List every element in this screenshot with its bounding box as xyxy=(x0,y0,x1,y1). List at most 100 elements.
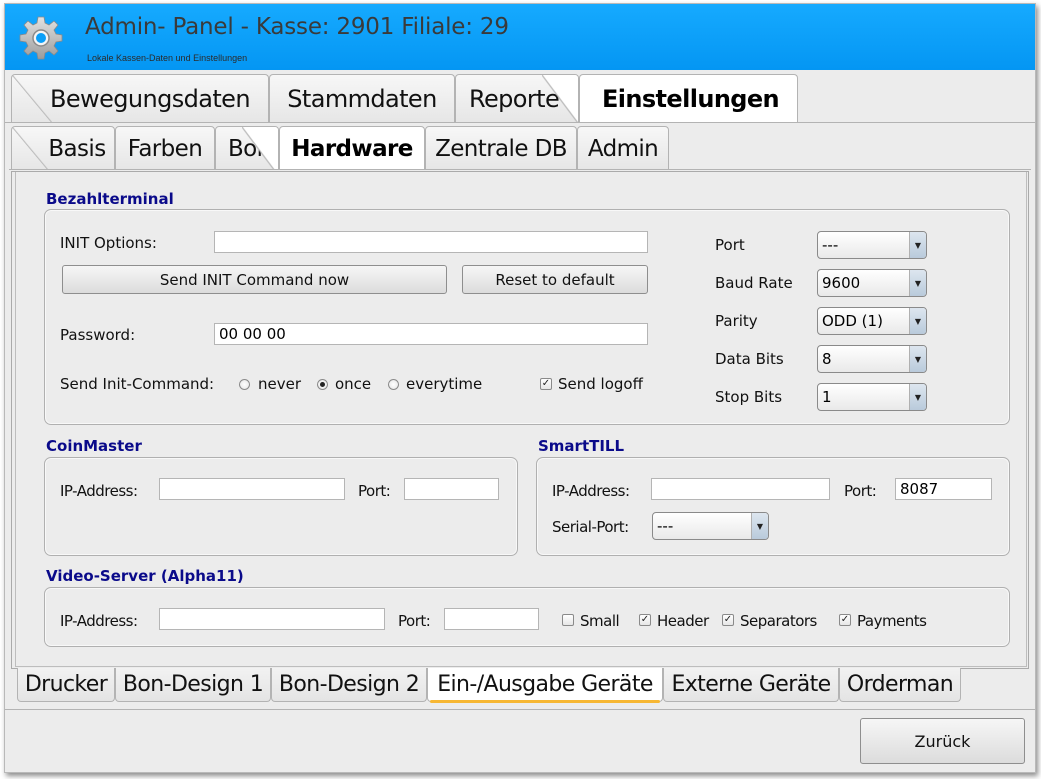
smarttill-serial-select[interactable]: --- ▼ xyxy=(652,512,769,540)
videoserver-ip-label: IP-Address: xyxy=(60,612,138,630)
port-label: Port xyxy=(715,236,745,254)
tab-label: Zentrale DB xyxy=(435,135,567,162)
tab-label: Ein-/Ausgabe Geräte xyxy=(437,672,653,697)
separators-label: Separators xyxy=(740,612,817,630)
radio-everytime-label: everytime xyxy=(406,375,483,393)
stop-bits-select[interactable]: 1 ▼ xyxy=(817,383,927,411)
stop-bits-value: 1 xyxy=(822,388,832,406)
tab-divider xyxy=(5,122,1035,123)
tab-hardware[interactable]: Hardware xyxy=(279,126,425,170)
videoserver-port-label: Port: xyxy=(398,612,431,630)
radio-everytime[interactable] xyxy=(388,379,399,390)
smarttill-ip-input[interactable] xyxy=(651,478,830,500)
baud-rate-select[interactable]: 9600 ▼ xyxy=(817,269,927,297)
data-bits-select[interactable]: 8 ▼ xyxy=(817,345,927,373)
smarttill-serial-value: --- xyxy=(657,517,674,535)
sub-tab-divider xyxy=(9,169,1031,170)
coinmaster-ip-input[interactable] xyxy=(159,478,345,500)
stop-bits-label: Stop Bits xyxy=(715,388,783,406)
data-bits-label: Data Bits xyxy=(715,350,784,368)
tab-label: Basis xyxy=(48,135,106,162)
tab-label: Externe Geräte xyxy=(671,672,831,697)
smarttill-port-label: Port: xyxy=(844,482,877,500)
payments-label: Payments xyxy=(857,612,927,630)
gear-icon xyxy=(19,16,63,60)
smarttill-group xyxy=(536,457,1010,556)
tab-bon[interactable]: Bon xyxy=(215,126,279,170)
radio-once[interactable] xyxy=(317,379,328,390)
port-value: --- xyxy=(822,236,839,254)
chevron-down-icon: ▼ xyxy=(909,308,926,334)
coinmaster-port-input[interactable] xyxy=(404,478,499,500)
tab-label: Bewegungsdaten xyxy=(50,84,251,113)
tab-label: Hardware xyxy=(291,135,413,162)
header-bar: Admin- Panel - Kasse: 2901 Filiale: 29 L… xyxy=(5,4,1035,70)
baud-rate-label: Baud Rate xyxy=(715,274,793,292)
small-checkbox[interactable] xyxy=(562,614,574,626)
smarttill-serial-label: Serial-Port: xyxy=(552,518,629,536)
tab-label: Bon-Design 1 xyxy=(122,672,264,697)
window-title: Admin- Panel - Kasse: 2901 Filiale: 29 xyxy=(85,14,509,40)
chevron-down-icon: ▼ xyxy=(909,232,926,258)
tab-label: Bon xyxy=(228,135,271,162)
tab-bon-design-2[interactable]: Bon-Design 2 xyxy=(271,668,427,702)
reset-to-default-button[interactable]: Reset to default xyxy=(462,265,648,294)
tab-ein-ausgabe-geraete[interactable]: Ein-/Ausgabe Geräte xyxy=(427,668,663,703)
radio-never[interactable] xyxy=(239,379,250,390)
smarttill-port-input[interactable] xyxy=(895,478,992,500)
tab-externe-geraete[interactable]: Externe Geräte xyxy=(663,668,839,702)
tab-farben[interactable]: Farben xyxy=(115,126,215,170)
tab-orderman[interactable]: Orderman xyxy=(839,668,961,702)
tab-label: Orderman xyxy=(846,672,954,697)
password-input[interactable] xyxy=(214,323,648,345)
tab-zentrale-db[interactable]: Zentrale DB xyxy=(425,126,577,170)
tab-basis[interactable]: Basis xyxy=(11,126,115,170)
password-label: Password: xyxy=(60,326,136,344)
bezahlterminal-title: Bezahlterminal xyxy=(46,190,174,208)
send-init-command-button[interactable]: Send INIT Command now xyxy=(62,265,447,294)
send-init-command-label: Send Init-Command: xyxy=(60,375,215,393)
coinmaster-ip-label: IP-Address: xyxy=(60,482,138,500)
parity-value: ODD (1) xyxy=(822,312,883,330)
init-options-label: INIT Options: xyxy=(60,234,157,252)
tab-bon-design-1[interactable]: Bon-Design 1 xyxy=(115,668,271,702)
tab-stammdaten[interactable]: Stammdaten xyxy=(269,74,455,122)
tab-einstellungen[interactable]: Einstellungen xyxy=(579,74,798,122)
radio-once-label: once xyxy=(335,375,372,393)
tab-label: Stammdaten xyxy=(287,84,437,113)
tab-label: Reporte xyxy=(469,84,560,113)
parity-label: Parity xyxy=(715,312,758,330)
port-select[interactable]: --- ▼ xyxy=(817,231,927,259)
chevron-down-icon: ▼ xyxy=(909,270,926,296)
tab-label: Admin xyxy=(587,135,659,162)
header-label: Header xyxy=(657,612,709,630)
videoserver-title: Video-Server (Alpha11) xyxy=(46,567,244,585)
coinmaster-group xyxy=(44,457,518,556)
send-logoff-checkbox[interactable]: ✓ xyxy=(540,378,552,390)
tab-drucker[interactable]: Drucker xyxy=(17,668,115,702)
videoserver-ip-input[interactable] xyxy=(159,608,385,630)
separators-checkbox[interactable]: ✓ xyxy=(722,614,734,626)
data-bits-value: 8 xyxy=(822,350,832,368)
tab-bewegungsdaten[interactable]: Bewegungsdaten xyxy=(11,74,269,122)
chevron-down-icon: ▼ xyxy=(751,513,768,539)
chevron-down-icon: ▼ xyxy=(909,384,926,410)
tab-label: Bon-Design 2 xyxy=(278,672,420,697)
send-logoff-label: Send logoff xyxy=(558,375,643,393)
header-checkbox[interactable]: ✓ xyxy=(639,614,651,626)
back-button[interactable]: Zurück xyxy=(860,718,1025,764)
footer-divider xyxy=(5,709,1035,710)
parity-select[interactable]: ODD (1) ▼ xyxy=(817,307,927,335)
tab-reporte[interactable]: Reporte xyxy=(455,74,579,122)
init-options-input[interactable] xyxy=(214,231,648,253)
payments-checkbox[interactable]: ✓ xyxy=(839,614,851,626)
coinmaster-title: CoinMaster xyxy=(46,437,142,455)
tab-admin[interactable]: Admin xyxy=(577,126,669,170)
tab-label: Farben xyxy=(127,135,203,162)
tab-label: Einstellungen xyxy=(601,84,780,113)
coinmaster-port-label: Port: xyxy=(358,482,391,500)
smarttill-title: SmartTILL xyxy=(538,437,625,455)
small-label: Small xyxy=(580,612,620,630)
videoserver-port-input[interactable] xyxy=(444,608,539,630)
chevron-down-icon: ▼ xyxy=(909,346,926,372)
